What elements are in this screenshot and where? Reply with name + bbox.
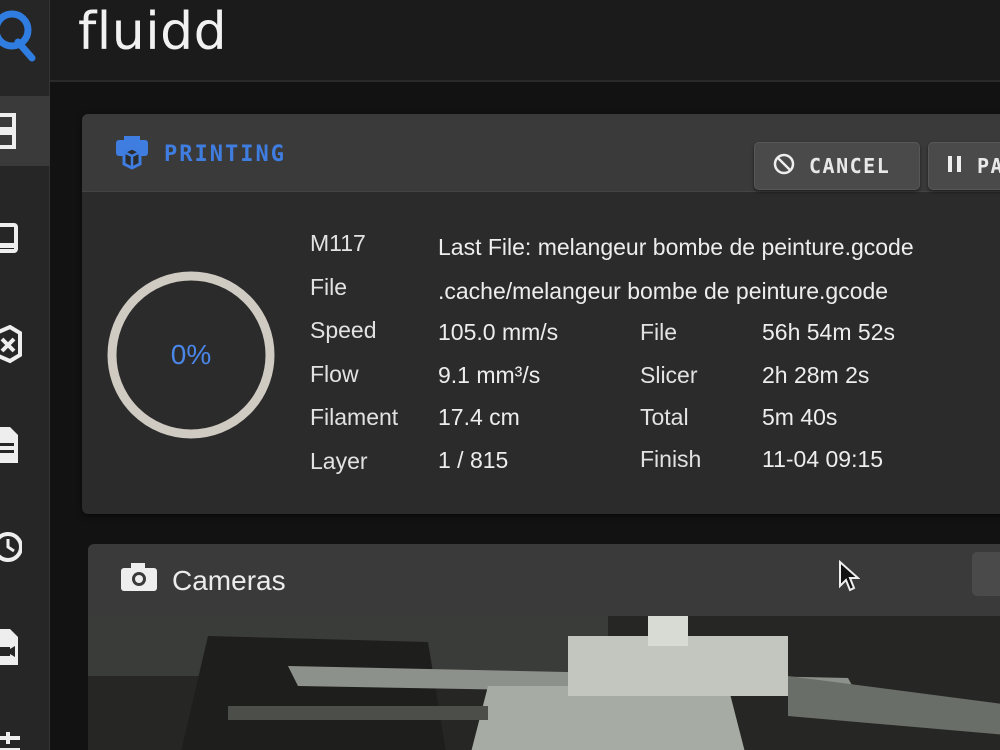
time-value-slicer: 2h 28m 2s	[762, 362, 870, 388]
detail-value-filament: 17.4 cm	[438, 404, 520, 430]
sidebar-item-files[interactable]	[0, 410, 50, 480]
detail-value-file: .cache/melangeur bombe de peinture.gcode	[438, 278, 889, 304]
app-window: fluidd PRINTING CANCEL PA 0% M117 Last F…	[0, 0, 1000, 750]
pause-button[interactable]: PA	[928, 142, 1000, 190]
print-status-label: PRINTING	[164, 142, 286, 167]
printer-3d-icon	[114, 134, 150, 175]
sidebar-item-printer[interactable]	[0, 310, 50, 380]
time-label-finish: Finish	[640, 446, 702, 472]
detail-value-flow: 9.1 mm³/s	[438, 362, 541, 388]
progress-ring: 0%	[106, 270, 276, 440]
print-status-card: PRINTING CANCEL PA 0% M117 Last File: me…	[82, 114, 1000, 514]
detail-label-speed: Speed	[310, 317, 377, 343]
progress-percent: 0%	[170, 339, 212, 370]
detail-label-m117: M117	[310, 230, 366, 256]
cameras-card: Cameras	[88, 544, 1000, 750]
time-label-file: File	[640, 319, 678, 345]
sidebar-item-console[interactable]	[0, 204, 50, 274]
detail-value-m117: Last File: melangeur bombe de peinture.g…	[438, 234, 914, 260]
camera-feed	[88, 616, 1000, 750]
time-value-finish: 11-04 09:15	[762, 446, 884, 472]
detail-label-layer: Layer	[310, 448, 368, 474]
print-status-title: PRINTING	[114, 134, 286, 175]
cameras-title: Cameras	[120, 562, 286, 599]
sidebar-item-settings[interactable]	[0, 705, 50, 750]
time-label-slicer: Slicer	[640, 362, 698, 388]
sidebar	[0, 0, 50, 750]
file-icon	[0, 423, 20, 467]
pause-label: PA	[977, 154, 1000, 178]
history-icon	[0, 527, 22, 567]
dashboard-icon	[0, 111, 20, 151]
detail-label-file: File	[310, 274, 348, 300]
cancel-button[interactable]: CANCEL	[754, 142, 920, 190]
main-content: PRINTING CANCEL PA 0% M117 Last File: me…	[50, 82, 1000, 750]
camera-file-icon	[0, 625, 20, 669]
time-label-total: Total	[640, 404, 689, 430]
detail-value-speed: 105.0 mm/s	[438, 319, 559, 345]
cameras-title-text: Cameras	[172, 564, 286, 596]
tune-icon	[0, 720, 22, 750]
cancel-label: CANCEL	[809, 154, 891, 178]
detail-label-filament: Filament	[310, 404, 399, 430]
detail-label-flow: Flow	[310, 361, 359, 387]
cameras-header: Cameras	[88, 544, 1000, 616]
detail-value-layer: 1 / 815	[438, 447, 509, 473]
time-value-total: 5m 40s	[762, 404, 838, 430]
time-value-file: 56h 54m 52s	[762, 319, 895, 345]
fluidd-logo[interactable]	[0, 2, 38, 62]
mouse-cursor-icon	[838, 559, 861, 599]
app-bar: fluidd	[50, 0, 1000, 82]
sidebar-item-history[interactable]	[0, 512, 50, 582]
printer-icon	[0, 325, 22, 365]
sidebar-item-dashboard[interactable]	[0, 96, 50, 166]
console-icon	[0, 219, 20, 259]
app-title: fluidd	[78, 2, 228, 62]
pause-icon	[947, 154, 963, 179]
camera-menu-button[interactable]	[972, 552, 1000, 596]
cancel-icon	[773, 153, 795, 180]
camera-icon	[120, 562, 158, 599]
sidebar-item-timelapse[interactable]	[0, 612, 50, 682]
print-status-header: PRINTING CANCEL PA	[82, 114, 1000, 192]
